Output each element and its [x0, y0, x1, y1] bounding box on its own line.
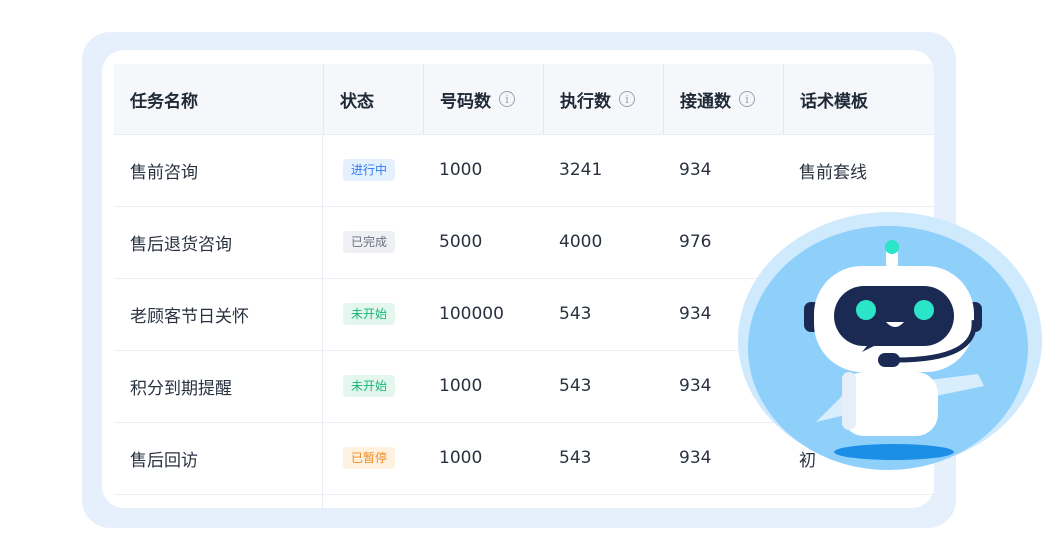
cell-task-name: 积分到期提醒: [130, 378, 232, 399]
cell-task-name: 售后回访: [130, 450, 198, 471]
cell-connected-count: 934: [679, 160, 712, 180]
header-connected-count[interactable]: 接通数 i: [663, 64, 783, 134]
cell-status: 已暂停: [323, 422, 423, 494]
cell-number-count: 100000: [439, 304, 504, 324]
robot-shadow: [834, 444, 954, 460]
cell-task-name: 老顾客节日关怀: [130, 306, 249, 327]
robot-illustration: [738, 212, 1048, 482]
robot-antenna-light: [885, 240, 899, 254]
robot-visor: [834, 286, 954, 346]
cell-executed-count: 543: [559, 304, 592, 324]
robot-right-eye: [914, 300, 934, 320]
info-icon[interactable]: i: [499, 91, 515, 107]
cell-executed-count: 543: [559, 376, 592, 396]
status-badge: 进行中: [343, 159, 396, 181]
header-status[interactable]: 状态: [323, 64, 423, 134]
cell-status: 未开始: [323, 350, 423, 422]
cell-number-count: 1000: [439, 376, 483, 396]
robot-body: [842, 372, 938, 436]
status-badge: 已暂停: [343, 447, 396, 469]
header-executed-count[interactable]: 执行数 i: [543, 64, 663, 134]
table-header: 任务名称 状态 号码数 i 执行数 i 接通数 i 话术模板: [114, 64, 934, 135]
cell-status: 进行中: [323, 134, 423, 206]
cell-status: 已完成: [323, 206, 423, 278]
cell-script-template: 售前套线: [799, 162, 867, 183]
cell-task-name: 售前咨询: [130, 162, 198, 183]
status-badge: 未开始: [343, 375, 396, 397]
cell-number-count: 1000: [439, 160, 483, 180]
info-icon[interactable]: i: [739, 91, 755, 107]
info-icon[interactable]: i: [619, 91, 635, 107]
table-row[interactable]: 售前咨询 进行中 1000 3241 934 售前套线: [114, 134, 934, 207]
status-badge: 已完成: [343, 231, 396, 253]
cell-number-count: 1000: [439, 448, 483, 468]
robot-mic-tip: [878, 353, 900, 367]
cell-status: 未开始: [323, 278, 423, 350]
cell-executed-count: 543: [559, 448, 592, 468]
cell-task-name: 售后退货咨询: [130, 234, 232, 255]
header-number-count[interactable]: 号码数 i: [423, 64, 543, 134]
robot-body-shade: [842, 372, 856, 430]
cell-executed-count: 4000: [559, 232, 603, 252]
header-script-template[interactable]: 话术模板: [783, 64, 934, 134]
cell-executed-count: 3241: [559, 160, 603, 180]
cell-number-count: 5000: [439, 232, 483, 252]
header-task-name[interactable]: 任务名称: [114, 64, 323, 134]
status-badge: 未开始: [343, 303, 396, 325]
robot-left-eye: [856, 300, 876, 320]
